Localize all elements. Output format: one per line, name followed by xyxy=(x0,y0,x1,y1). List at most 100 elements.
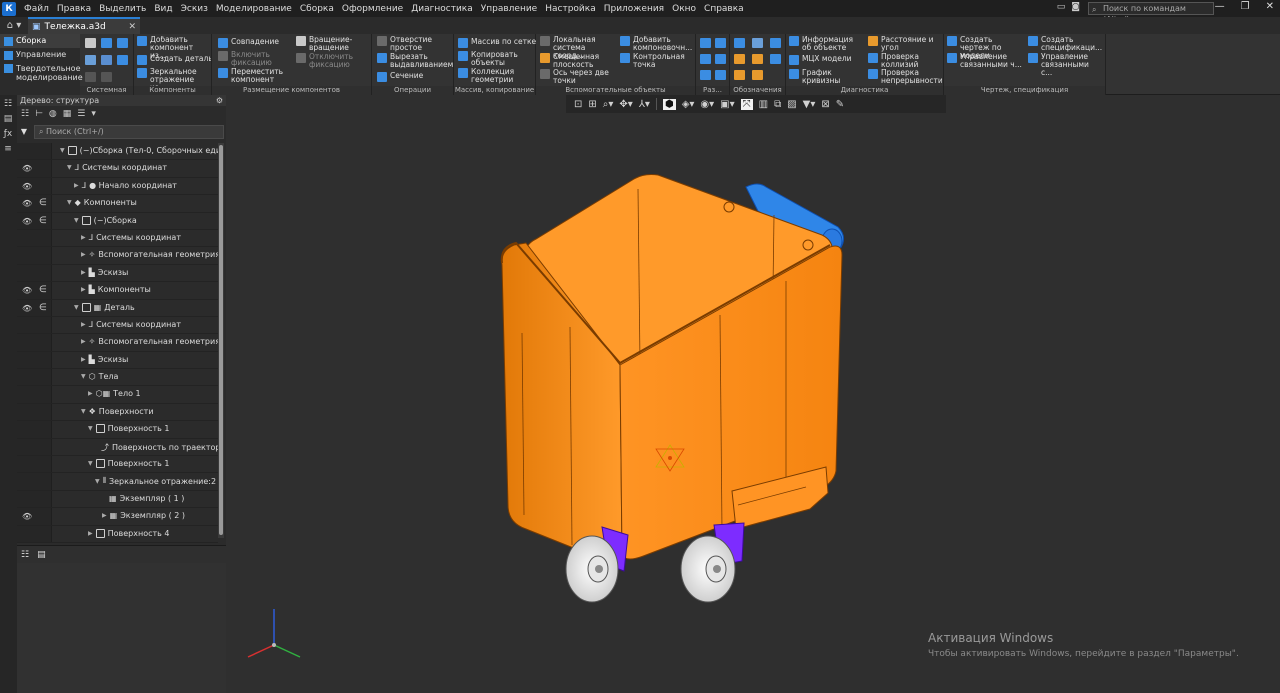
redo-icon[interactable] xyxy=(101,72,112,82)
tree-row[interactable]: 👁 ∈ ▼ (−)Сборка xyxy=(17,212,218,230)
axis-two-points-button[interactable]: Ось через две точки xyxy=(540,69,618,85)
tree-row[interactable]: 👁 ∈ ▼ ◆ Компоненты xyxy=(17,195,218,213)
tree-components-icon[interactable]: ◍ xyxy=(49,109,57,119)
designation-icon-4[interactable] xyxy=(734,54,745,64)
command-search-input[interactable]: ⌕ Поиск по командам (Alt+/) xyxy=(1088,2,1214,24)
collapse-icon[interactable]: ▼ xyxy=(95,478,100,485)
minimize-icon[interactable]: — xyxy=(1215,1,1225,12)
eye-icon[interactable]: 👁 xyxy=(22,286,32,295)
section-button[interactable]: Сечение xyxy=(377,72,453,82)
copy-objects-button[interactable]: Копировать объекты xyxy=(458,51,536,67)
properties-panel-icon[interactable]: ▤ xyxy=(2,113,14,125)
print-icon[interactable] xyxy=(85,55,96,65)
restore-icon[interactable]: ❐ xyxy=(1241,1,1250,12)
tree-structure-icon[interactable]: ☷ xyxy=(21,109,29,119)
add-layout-button[interactable]: Добавить компоновочн... xyxy=(620,36,694,52)
collapse-icon[interactable]: ▼ xyxy=(81,408,86,415)
expand-icon[interactable]: ▶ xyxy=(81,338,86,345)
menu-window[interactable]: Окно xyxy=(668,4,700,14)
distance-angle-button[interactable]: Расстояние и угол xyxy=(868,36,942,52)
menu-settings[interactable]: Настройка xyxy=(541,4,600,14)
tree-row[interactable]: 👁 ▶ ⅃ ● Начало координат xyxy=(17,177,218,196)
tree-row[interactable]: ▼ ❖ Поверхности xyxy=(17,403,218,422)
designation-icon-7[interactable] xyxy=(734,70,745,80)
tree-row[interactable]: 👁 ▼ ⅃ Системы координат xyxy=(17,160,218,178)
home-button[interactable]: ⌂ ▾ xyxy=(0,17,28,34)
table-view-icon[interactable]: ▤ xyxy=(37,550,46,560)
tree-scrollbar[interactable] xyxy=(218,143,224,538)
tree-row[interactable]: ▶ ✧ Вспомогательная геометрия xyxy=(17,334,218,352)
move-component-button[interactable]: Переместить компонент xyxy=(218,68,290,84)
expand-icon[interactable]: ▶ xyxy=(102,512,107,519)
monitor-icon[interactable]: ▭ xyxy=(1057,2,1066,12)
check-continuity-button[interactable]: Проверка непрерывности xyxy=(868,69,942,85)
tree-panel-icon[interactable]: ☷ xyxy=(2,98,14,110)
expand-icon[interactable]: ▶ xyxy=(81,321,86,328)
collapse-icon[interactable]: ▼ xyxy=(74,304,79,311)
tree-row[interactable]: ▶ ▙ Эскизы xyxy=(17,264,218,283)
expand-icon[interactable]: ▶ xyxy=(81,234,86,241)
tree-row[interactable]: ▼ (−)Сборка (Тел-0, Сборочных единиц xyxy=(17,143,218,161)
include-icon[interactable]: ∈ xyxy=(39,303,47,313)
expand-icon[interactable]: ▶ xyxy=(88,530,93,537)
offset-plane-button[interactable]: Смещенная плоскость xyxy=(540,53,618,69)
designation-icon-5[interactable] xyxy=(752,54,763,64)
designation-icon-3[interactable] xyxy=(770,38,781,48)
tree-row[interactable]: ▼ ⬡ Тела xyxy=(17,369,218,387)
dimension-icon-3[interactable] xyxy=(700,54,711,64)
expand-icon[interactable]: ▶ xyxy=(81,356,86,363)
menu-diagnostics[interactable]: Диагностика xyxy=(407,4,477,14)
save-as-icon[interactable] xyxy=(117,55,128,65)
tree-row[interactable]: ▦ Экземпляр ( 1 ) xyxy=(17,490,218,509)
simple-hole-button[interactable]: Отверстие простое xyxy=(377,36,453,52)
tree-row[interactable]: ▶ ⅃ Системы координат xyxy=(17,316,218,335)
manage-linked-drawings-button[interactable]: Управление связанными ч... xyxy=(947,53,1025,69)
menu-assembly[interactable]: Сборка xyxy=(296,4,338,14)
tree-build-order-icon[interactable]: ⊢ xyxy=(35,109,43,119)
menu-sketch[interactable]: Эскиз xyxy=(177,4,212,14)
expand-icon[interactable]: ▶ xyxy=(81,269,86,276)
cart-model[interactable] xyxy=(226,95,1280,693)
document-tab[interactable]: ▣ Тележка.a3d ✕ xyxy=(28,17,140,34)
tree-row[interactable]: ▶ Поверхность 4 xyxy=(17,525,218,543)
expand-icon[interactable]: ▶ xyxy=(74,182,79,189)
layers-panel-icon[interactable]: ≡ xyxy=(2,143,14,155)
tree-row[interactable]: ▶ ⅃ Системы координат xyxy=(17,229,218,248)
expand-icon[interactable]: ▶ xyxy=(81,251,86,258)
collapse-icon[interactable]: ▼ xyxy=(60,147,65,154)
designation-icon-2[interactable] xyxy=(752,38,763,48)
geometry-collection-button[interactable]: Коллекция геометрии xyxy=(458,68,536,84)
collapse-icon[interactable]: ▼ xyxy=(74,217,79,224)
include-icon[interactable]: ∈ xyxy=(39,198,47,208)
object-info-button[interactable]: Информация об объекте xyxy=(789,36,865,52)
grid-array-button[interactable]: Массив по сетке xyxy=(458,38,536,48)
eye-icon[interactable]: 👁 xyxy=(22,199,32,208)
tree-row[interactable]: ▼ ⫴ Зеркальное отражение:2 xyxy=(17,473,218,491)
eye-icon[interactable]: 👁 xyxy=(22,304,32,313)
collapse-icon[interactable]: ▼ xyxy=(88,460,93,467)
mode-assembly[interactable]: Сборка xyxy=(0,34,80,48)
disable-fix-button[interactable]: Отключить фиксацию xyxy=(296,53,370,69)
tree-row[interactable]: 👁 ∈ ▼ ▦ Деталь xyxy=(17,299,218,317)
gear-icon[interactable]: ⚙ xyxy=(216,95,223,106)
menu-manage[interactable]: Управление xyxy=(477,4,541,14)
chevron-down-icon[interactable]: ▾ xyxy=(91,109,96,119)
mode-solid-modeling[interactable]: Твердотельное моделирование xyxy=(0,62,83,84)
designation-icon-1[interactable] xyxy=(734,38,745,48)
menu-help[interactable]: Справка xyxy=(700,4,748,14)
3d-viewport[interactable]: ⊡ ⊞ ⌕▾ ✥▾ ⅄▾ ⬢ ◈▾ ◉▾ ▣▾ ⤧ ▥ ⧉ ▨ ▼▾ ⊠ ✎ xyxy=(226,95,1280,693)
tree-row[interactable]: ▶ ⬡▦ Тело 1 xyxy=(17,386,218,404)
filter-icon[interactable]: ▼ xyxy=(17,127,31,136)
tree-grid-icon[interactable]: ▦ xyxy=(63,109,72,119)
new-icon[interactable] xyxy=(85,38,96,48)
tree-scroll-thumb[interactable] xyxy=(219,145,223,535)
include-icon[interactable]: ∈ xyxy=(39,216,47,226)
menu-select[interactable]: Выделить xyxy=(95,4,150,14)
eye-icon[interactable]: 👁 xyxy=(22,164,32,173)
tab-close-icon[interactable]: ✕ xyxy=(128,22,136,32)
rotation-button[interactable]: Вращение-вращение xyxy=(296,36,370,52)
collapse-icon[interactable]: ▼ xyxy=(67,199,72,206)
menu-file[interactable]: Файл xyxy=(20,4,53,14)
check-collisions-button[interactable]: Проверка коллизий xyxy=(868,53,942,69)
tree-row[interactable]: 👁 ∈ ▶ ▙ Компоненты xyxy=(17,282,218,300)
